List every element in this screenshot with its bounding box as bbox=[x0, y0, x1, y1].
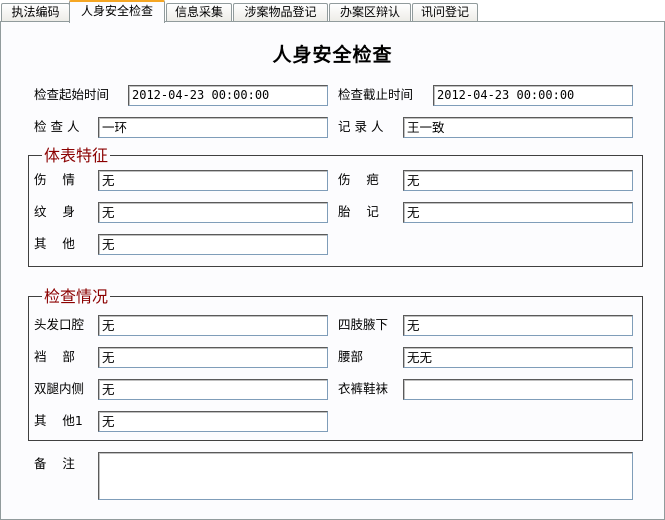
start-time-field[interactable]: 2012-04-23 00:00:00 bbox=[128, 85, 328, 106]
tab-info-collection[interactable]: 信息采集 bbox=[166, 3, 232, 22]
injury-field[interactable]: 无 bbox=[98, 170, 328, 191]
page-title: 人身安全检查 bbox=[272, 44, 393, 66]
tab-interrogation-registration[interactable]: 讯问登记 bbox=[412, 3, 478, 22]
limbs-label: 四肢腋下 bbox=[338, 317, 389, 332]
crotch-field[interactable]: 无 bbox=[98, 347, 328, 368]
tab-bar: 执法编码 人身安全检查 信息采集 涉案物品登记 办案区辩认 讯问登记 bbox=[0, 0, 665, 23]
limbs-field[interactable]: 无 bbox=[403, 315, 633, 336]
tattoo-field[interactable]: 无 bbox=[98, 202, 328, 223]
recorder-label: 记 录 人 bbox=[338, 119, 384, 134]
tab-evidence-registration[interactable]: 涉案物品登记 bbox=[233, 3, 328, 22]
head-label: 头发口腔 bbox=[34, 317, 85, 332]
body-other-label: 其 他 bbox=[34, 236, 75, 251]
end-time-label: 检查截止时间 bbox=[338, 87, 414, 102]
clothes-label: 衣裤鞋袜 bbox=[338, 381, 389, 396]
birthmark-field[interactable]: 无 bbox=[403, 202, 633, 223]
tattoo-label: 纹 身 bbox=[34, 204, 75, 219]
inspector-label: 检 查 人 bbox=[34, 119, 80, 134]
tab-case-area-identification[interactable]: 办案区辩认 bbox=[329, 3, 411, 22]
thigh-field[interactable]: 无 bbox=[98, 379, 328, 400]
injury-label: 伤 情 bbox=[34, 172, 75, 187]
end-time-field[interactable]: 2012-04-23 00:00:00 bbox=[433, 85, 633, 106]
inspection-legend: 检查情况 bbox=[42, 287, 111, 307]
inspection-other-label: 其 他1 bbox=[34, 413, 83, 428]
head-field[interactable]: 无 bbox=[98, 315, 328, 336]
remarks-label: 备 注 bbox=[34, 456, 75, 471]
body-other-field[interactable]: 无 bbox=[98, 234, 328, 255]
crotch-label: 裆 部 bbox=[34, 349, 75, 364]
birthmark-label: 胎 记 bbox=[338, 204, 379, 219]
clothes-field[interactable] bbox=[403, 379, 633, 400]
recorder-field[interactable]: 王一致 bbox=[403, 117, 633, 138]
tab-personal-safety-check[interactable]: 人身安全检查 bbox=[69, 0, 165, 23]
inspector-field[interactable]: 一环 bbox=[98, 117, 328, 138]
tab-enforcement-code[interactable]: 执法编码 bbox=[1, 3, 70, 22]
waist-field[interactable]: 无无 bbox=[403, 347, 633, 368]
inspection-other-field[interactable]: 无 bbox=[98, 411, 328, 432]
thigh-label: 双腿内侧 bbox=[34, 381, 85, 396]
waist-label: 腰部 bbox=[338, 349, 364, 364]
scar-field[interactable]: 无 bbox=[403, 170, 633, 191]
start-time-label: 检查起始时间 bbox=[34, 87, 110, 102]
body-features-legend: 体表特征 bbox=[42, 146, 111, 166]
remarks-textarea[interactable] bbox=[98, 452, 633, 500]
scar-label: 伤 疤 bbox=[338, 172, 379, 187]
